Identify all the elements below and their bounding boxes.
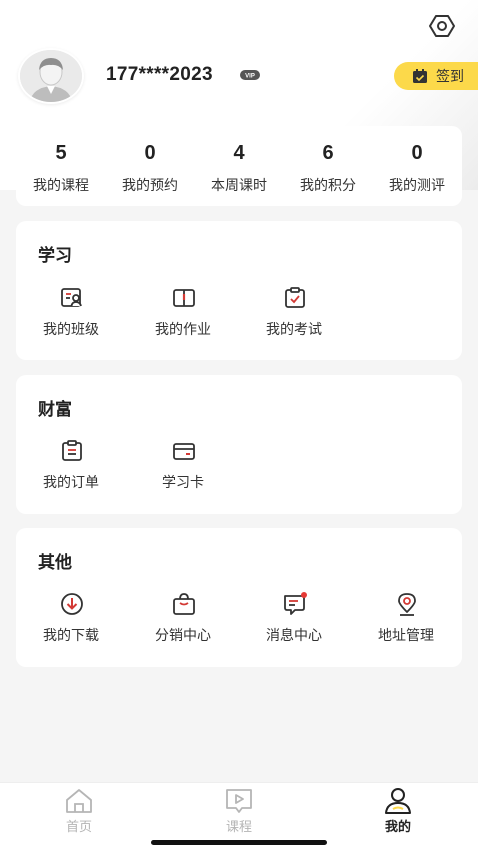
tab-course[interactable]: 课程: [189, 783, 289, 843]
settings-icon: [429, 15, 455, 37]
profile-icon: [385, 788, 411, 814]
message-center-item[interactable]: 消息中心: [249, 592, 339, 652]
stat-label: 我的预约: [122, 178, 178, 194]
item-label: 我的考试: [266, 322, 322, 338]
stat-value: 4: [233, 142, 245, 164]
item-label: 我的班级: [43, 322, 99, 338]
my-exam-item[interactable]: 我的考试: [249, 286, 339, 346]
stat-my-assessments[interactable]: 0 我的测评: [372, 126, 462, 206]
vip-badge-text: VIP: [245, 74, 255, 80]
item-label: 消息中心: [266, 628, 322, 644]
profile-header: 177****2023 VIP 签到: [18, 48, 478, 104]
tab-mine[interactable]: 我的: [348, 783, 448, 843]
download-icon: [61, 593, 83, 615]
item-label: 分销中心: [155, 628, 211, 644]
item-label: 学习卡: [162, 475, 204, 491]
vip-badge: VIP: [240, 70, 260, 80]
exam-icon: [285, 287, 305, 308]
stat-label: 我的课程: [33, 178, 89, 194]
stat-label: 本周课时: [211, 178, 267, 194]
stat-label: 我的测评: [389, 178, 445, 194]
item-label: 我的订单: [43, 475, 99, 491]
address-management-item[interactable]: 地址管理: [361, 592, 451, 652]
home-indicator: [151, 840, 327, 845]
stat-my-courses[interactable]: 5 我的课程: [16, 126, 106, 206]
stat-my-appointments[interactable]: 0 我的预约: [105, 126, 195, 206]
section-title: 学习: [38, 246, 72, 266]
tab-home[interactable]: 首页: [29, 783, 129, 843]
distribution-center-item[interactable]: 分销中心: [138, 592, 228, 652]
item-label: 地址管理: [378, 628, 434, 644]
sign-in-button[interactable]: 签到: [394, 62, 478, 90]
stat-value: 0: [411, 142, 423, 164]
stats-card: 5 我的课程 0 我的预约 4 本周课时 6 我的积分 0 我的测评: [16, 126, 462, 206]
avatar-icon: [20, 50, 82, 102]
study-section: 学习 我的班级 我的作业 我的考试: [16, 221, 462, 360]
user-phone: 177****2023: [106, 64, 213, 85]
wealth-section: 财富 我的订单 学习卡: [16, 375, 462, 514]
class-icon: [61, 288, 82, 307]
section-title: 其他: [38, 553, 72, 573]
item-label: 我的作业: [155, 322, 211, 338]
tab-label: 首页: [65, 820, 92, 835]
avatar[interactable]: [18, 48, 84, 104]
study-card-item[interactable]: 学习卡: [138, 439, 228, 499]
my-orders-item[interactable]: 我的订单: [26, 439, 116, 499]
sign-in-label: 签到: [436, 69, 464, 85]
my-downloads-item[interactable]: 我的下载: [26, 592, 116, 652]
address-icon: [398, 593, 416, 616]
tab-label: 课程: [225, 820, 252, 835]
section-title: 财富: [38, 400, 72, 420]
stat-weekly-hours[interactable]: 4 本周课时: [194, 126, 284, 206]
calendar-check-icon: [413, 68, 427, 83]
course-icon: [226, 789, 252, 813]
tab-label: 我的: [384, 820, 411, 835]
my-class-item[interactable]: 我的班级: [26, 286, 116, 346]
order-icon: [62, 440, 82, 461]
stat-value: 0: [144, 142, 156, 164]
distribution-icon: [173, 593, 195, 615]
my-homework-item[interactable]: 我的作业: [138, 286, 228, 346]
stat-value: 6: [322, 142, 334, 164]
stat-value: 5: [55, 142, 67, 164]
message-icon: [284, 592, 307, 615]
stat-label: 我的积分: [300, 178, 356, 194]
stat-my-points[interactable]: 6 我的积分: [283, 126, 373, 206]
study-card-icon: [173, 443, 195, 460]
settings-button[interactable]: [428, 12, 456, 40]
item-label: 我的下载: [43, 628, 99, 644]
home-icon: [66, 789, 92, 813]
other-section: 其他 我的下载 分销中心 消息中心 地址管理: [16, 528, 462, 667]
homework-icon: [173, 289, 195, 307]
